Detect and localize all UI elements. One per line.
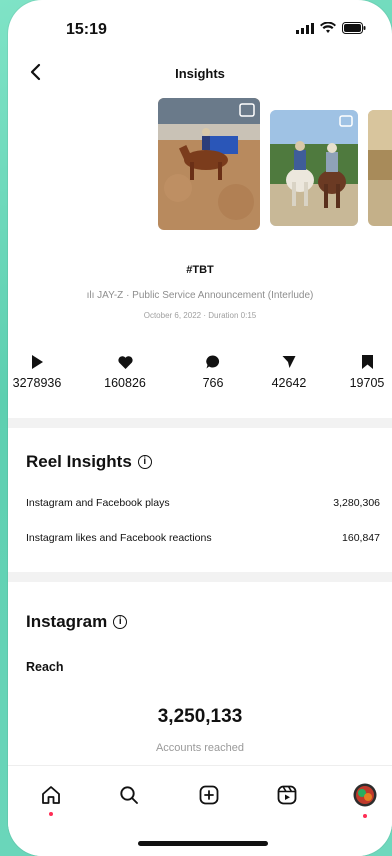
stat-shares: 42642 [254, 354, 324, 390]
stat-saves: 19705 [332, 354, 392, 390]
tab-search[interactable] [114, 780, 144, 810]
divider [8, 572, 392, 582]
phone-screen: 15:19 Insights #TBT ılı JAY-Z · Public S… [8, 0, 392, 856]
profile-avatar [353, 783, 377, 807]
stat-likes-value: 160826 [104, 376, 146, 390]
reel-hashtag: #TBT [186, 264, 214, 276]
tab-create[interactable] [194, 780, 224, 810]
reel-insights-title: Reel Insights [26, 452, 132, 471]
play-icon [32, 355, 43, 369]
reel-thumbnail[interactable] [270, 110, 358, 226]
stat-plays: 3278936 [8, 354, 72, 390]
heart-icon [117, 355, 133, 369]
stat-plays-value: 3278936 [12, 376, 62, 390]
stat-saves-value: 19705 [349, 376, 385, 390]
row-label: Instagram likes and Facebook reactions [26, 532, 212, 544]
save-icon [361, 355, 373, 369]
tab-home[interactable] [36, 780, 66, 816]
home-indicator [138, 841, 268, 846]
list-item: Instagram likes and Facebook reactions 1… [26, 532, 380, 544]
reels-icon [277, 785, 297, 805]
page-title: Insights [175, 66, 225, 81]
status-icons [296, 22, 366, 34]
info-icon[interactable]: i [113, 615, 128, 629]
share-icon [282, 356, 296, 368]
reel-audio[interactable]: ılı JAY-Z · Public Service Announcement … [8, 290, 392, 301]
row-value: 160,847 [342, 532, 380, 544]
reel-thumbnail-partial[interactable] [368, 110, 392, 226]
signal-icon [296, 22, 314, 34]
row-value: 3,280,306 [333, 497, 380, 509]
search-icon [120, 786, 138, 804]
reach-value: 3,250,133 [157, 706, 243, 727]
stat-likes: 160826 [90, 354, 160, 390]
reach-label: Reach [26, 660, 64, 674]
notification-dot [49, 812, 53, 816]
list-item: Instagram and Facebook plays 3,280,306 [26, 497, 380, 509]
reel-date-duration: October 6, 2022 · Duration 0:15 [143, 311, 257, 320]
row-label: Instagram and Facebook plays [26, 497, 170, 509]
instagram-title: Instagram [26, 612, 108, 631]
header: Insights [8, 56, 392, 92]
tab-profile[interactable] [350, 780, 380, 818]
stat-comments: 766 [178, 354, 248, 390]
info-icon[interactable]: i [137, 455, 152, 469]
notification-dot [363, 814, 367, 818]
instagram-title-row: Instagram i [26, 612, 128, 632]
reel-thumbnail-current[interactable] [158, 98, 260, 230]
status-time: 15:19 [66, 21, 107, 38]
stat-shares-value: 42642 [271, 376, 307, 390]
reel-stats: 3278936 160826 766 42642 19705 [8, 354, 392, 404]
create-icon [199, 785, 219, 805]
tab-bar [8, 765, 392, 856]
audio-icon: ılı [86, 290, 98, 301]
status-bar: 15:19 [8, 0, 392, 56]
home-icon [42, 786, 60, 804]
stat-comments-value: 766 [202, 376, 224, 390]
reel-insights-title-row: Reel Insights i [26, 452, 152, 472]
reach-caption: Accounts reached [155, 742, 245, 754]
comment-icon [206, 355, 220, 369]
reel-audio-label: JAY-Z · Public Service Announcement (Int… [97, 290, 314, 301]
wifi-icon [320, 22, 336, 33]
reel-thumbnails [8, 98, 392, 230]
divider [8, 418, 392, 428]
tab-reels[interactable] [272, 780, 302, 810]
battery-icon [342, 22, 366, 34]
